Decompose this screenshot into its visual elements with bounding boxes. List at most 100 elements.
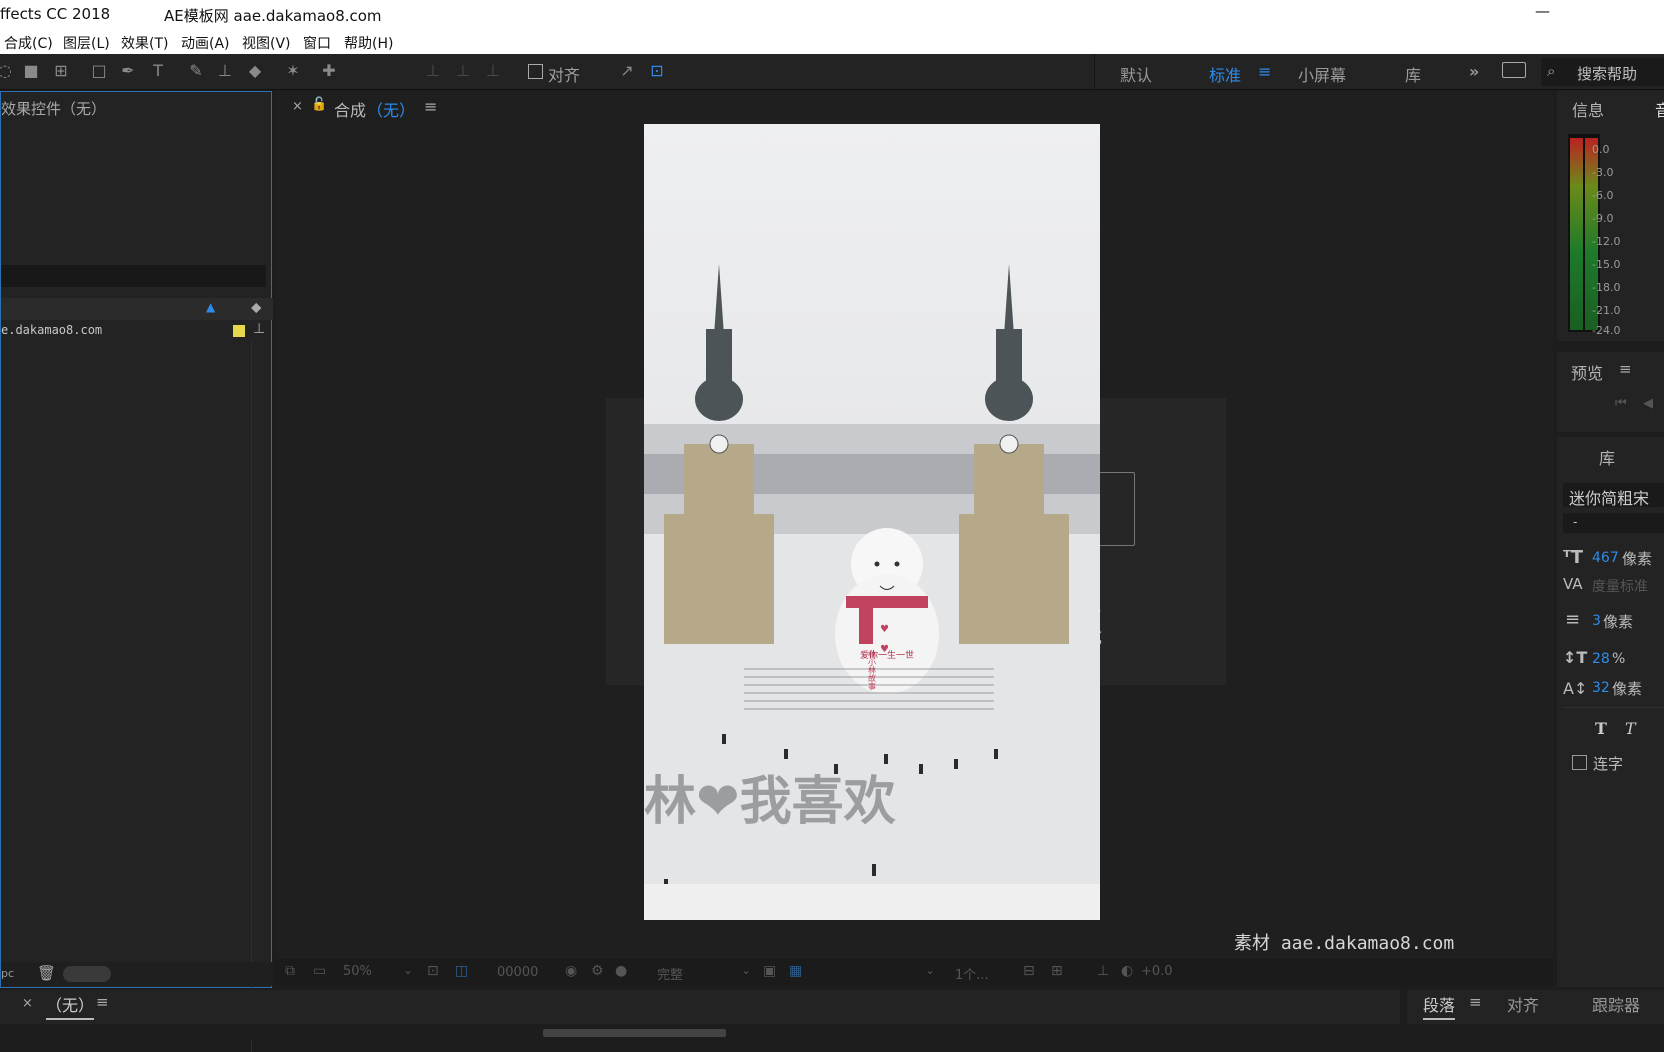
toggle-pixel-aspect-icon[interactable]: ⊟ [1023, 963, 1035, 979]
view-axis-icon[interactable]: ⊥ [482, 60, 504, 82]
camera-tool-icon[interactable]: ■ [20, 60, 42, 82]
close-tab-button[interactable]: × [292, 99, 303, 114]
views-select[interactable]: 1个... [955, 964, 989, 983]
trash-icon[interactable]: 🗑 [37, 964, 56, 982]
menu-layer[interactable]: 图层(L) [63, 33, 110, 53]
font-style-select[interactable]: - [1563, 513, 1664, 533]
snap-edges-icon[interactable]: ↗ [616, 60, 638, 82]
timeline-close-button[interactable]: × [22, 996, 33, 1011]
always-preview-icon[interactable]: ⧉ [285, 963, 295, 979]
timeline-menu-icon[interactable]: ≡ [96, 993, 109, 1011]
project-column-header: ▲ ⬥ [1, 298, 273, 320]
tab-info[interactable]: 信息 [1572, 97, 1604, 121]
preview-title: 预览 [1571, 364, 1604, 383]
workspace-default[interactable]: 默认 [1120, 62, 1152, 86]
project-search-field[interactable] [1, 265, 266, 287]
menu-window[interactable]: 窗口 [303, 33, 331, 53]
pan-behind-tool-icon[interactable]: ⊞ [50, 60, 72, 82]
font-family-select[interactable]: 迷你简粗宋 [1563, 483, 1664, 508]
workspace-libraries[interactable]: 库 [1405, 62, 1421, 86]
workspace-small-screen[interactable]: 小屏幕 [1298, 62, 1346, 86]
stroke-width-value[interactable]: 3 [1592, 613, 1601, 629]
resolution-select[interactable]: 完整 [657, 964, 683, 983]
color-channel-icon[interactable]: ● [615, 963, 627, 979]
menu-help[interactable]: 帮助(H) [344, 33, 393, 53]
preview-menu-icon[interactable]: ≡ [1619, 360, 1632, 378]
snap-checkbox[interactable] [528, 64, 543, 79]
rectangle-tool-icon[interactable]: □ [88, 60, 110, 82]
sort-up-icon[interactable]: ▲ [206, 300, 215, 314]
tab-align[interactable]: 对齐 [1507, 992, 1539, 1016]
fit-icon[interactable]: ⊡ [427, 963, 439, 979]
show-snapshot-icon[interactable]: ⚙ [591, 963, 604, 979]
kerning-value[interactable]: 度量标准 [1592, 576, 1648, 596]
snapshot-icon[interactable]: ◉ [565, 963, 577, 979]
flowchart-icon[interactable]: ⊥ [1097, 963, 1109, 979]
vertical-scale-value[interactable]: 28 [1592, 651, 1610, 667]
chevron-down-icon: ⌄ [741, 963, 752, 977]
font-size-value[interactable]: 467 [1592, 550, 1619, 566]
roto-brush-tool-icon[interactable]: ✶ [282, 60, 304, 82]
bpc-button[interactable]: pc [1, 967, 14, 980]
monitor-icon[interactable]: ▭ [313, 963, 326, 979]
baseline-shift-value[interactable]: 32 [1592, 680, 1610, 696]
faux-bold-button[interactable]: T [1595, 719, 1607, 738]
composition-tab-label[interactable]: 合成 [334, 97, 366, 121]
panel-menu-icon[interactable]: ≡ [424, 97, 437, 116]
brush-tool-icon[interactable]: ✎ [185, 60, 207, 82]
watermark-text: 素材 aae.dakamao8.com [1234, 933, 1455, 954]
pen-tool-icon[interactable]: ✒ [117, 60, 139, 82]
tab-paragraph[interactable]: 段落 [1423, 992, 1456, 1020]
fast-preview-icon[interactable]: ⊞ [1051, 963, 1063, 979]
snap-features-icon[interactable]: ⊡ [646, 60, 668, 82]
type-tool-icon[interactable]: T [147, 60, 169, 82]
lock-icon[interactable]: 🔓 [311, 97, 327, 112]
app-title: ffects CC 2018 [0, 5, 111, 23]
chevron-down-icon: ⌄ [403, 963, 414, 977]
scroll-thumb[interactable] [63, 966, 111, 982]
safe-zones-icon[interactable]: ◫ [455, 963, 468, 979]
eraser-tool-icon[interactable]: ◆ [244, 60, 266, 82]
label-color-swatch[interactable] [233, 325, 245, 337]
timeline-tab[interactable]: （无） [46, 992, 95, 1020]
puppet-pin-tool-icon[interactable]: ✚ [318, 60, 340, 82]
snowman-banner: 爱你一生一世 [860, 649, 914, 661]
title-bar: ffects CC 2018 AE模板网 aae.dakamao8.com — [0, 0, 1664, 28]
menu-animation[interactable]: 动画(A) [181, 33, 230, 53]
clone-stamp-tool-icon[interactable]: ⊥ [214, 60, 236, 82]
search-help-field[interactable]: ⌕ 搜索帮助 [1541, 58, 1664, 86]
composition-tab-name[interactable]: （无） [367, 97, 415, 121]
bottom-panels: × （无） ≡ 段落 ≡ 对齐 跟踪器 [0, 990, 1664, 1040]
horizontal-scrollbar[interactable] [543, 1029, 726, 1037]
menu-view[interactable]: 视图(V) [242, 33, 291, 53]
more-workspaces-icon[interactable]: » [1469, 62, 1479, 81]
reset-exposure-icon[interactable]: ◐ [1121, 963, 1133, 979]
project-item-row[interactable]: e.dakamao8.com ⊥ [1, 320, 273, 342]
minimize-button[interactable]: — [1535, 2, 1550, 20]
composition-tab-bar: × 🔓 合成 （无） ≡ [275, 91, 1553, 123]
menu-effect[interactable]: 效果(T) [121, 33, 168, 53]
rotate-tool-icon[interactable]: ◌ [0, 60, 16, 82]
ligatures-checkbox[interactable] [1572, 755, 1587, 770]
footage-viewer[interactable]: ♥ ♥ 林小林故事 爱你一生一世 林❤我喜欢 [644, 124, 1100, 920]
label-tag-icon[interactable]: ⬥ [251, 298, 262, 316]
transparency-grid-icon[interactable]: ▦ [789, 963, 802, 979]
workspace-menu-icon[interactable]: ≡ [1258, 62, 1271, 81]
workspace-standard[interactable]: 标准 [1209, 62, 1241, 86]
flowchart-icon[interactable]: ⊥ [253, 321, 265, 337]
previous-frame-icon[interactable]: ◀ [1643, 396, 1653, 411]
faux-italic-button[interactable]: T [1625, 719, 1636, 738]
effect-controls-panel: 效果控件（无） ▲ ⬥ e.dakamao8.com ⊥ pc 🗑 [0, 91, 273, 1052]
paragraph-menu-icon[interactable]: ≡ [1469, 993, 1482, 1011]
exposure-value[interactable]: +0.0 [1141, 964, 1173, 979]
world-axis-icon[interactable]: ⊥ [452, 60, 474, 82]
tab-audio[interactable]: 音 [1655, 97, 1664, 121]
timecode[interactable]: 00000 [497, 965, 538, 980]
workspace-toggle-icon[interactable] [1502, 62, 1526, 78]
menu-composition[interactable]: 合成(C) [4, 33, 53, 53]
magnification-select[interactable]: 50% [343, 964, 372, 979]
local-axis-icon[interactable]: ⊥ [422, 60, 444, 82]
region-of-interest-icon[interactable]: ▣ [763, 963, 776, 979]
first-frame-icon[interactable]: ⏮ [1615, 396, 1627, 411]
tab-tracker[interactable]: 跟踪器 [1592, 992, 1640, 1016]
